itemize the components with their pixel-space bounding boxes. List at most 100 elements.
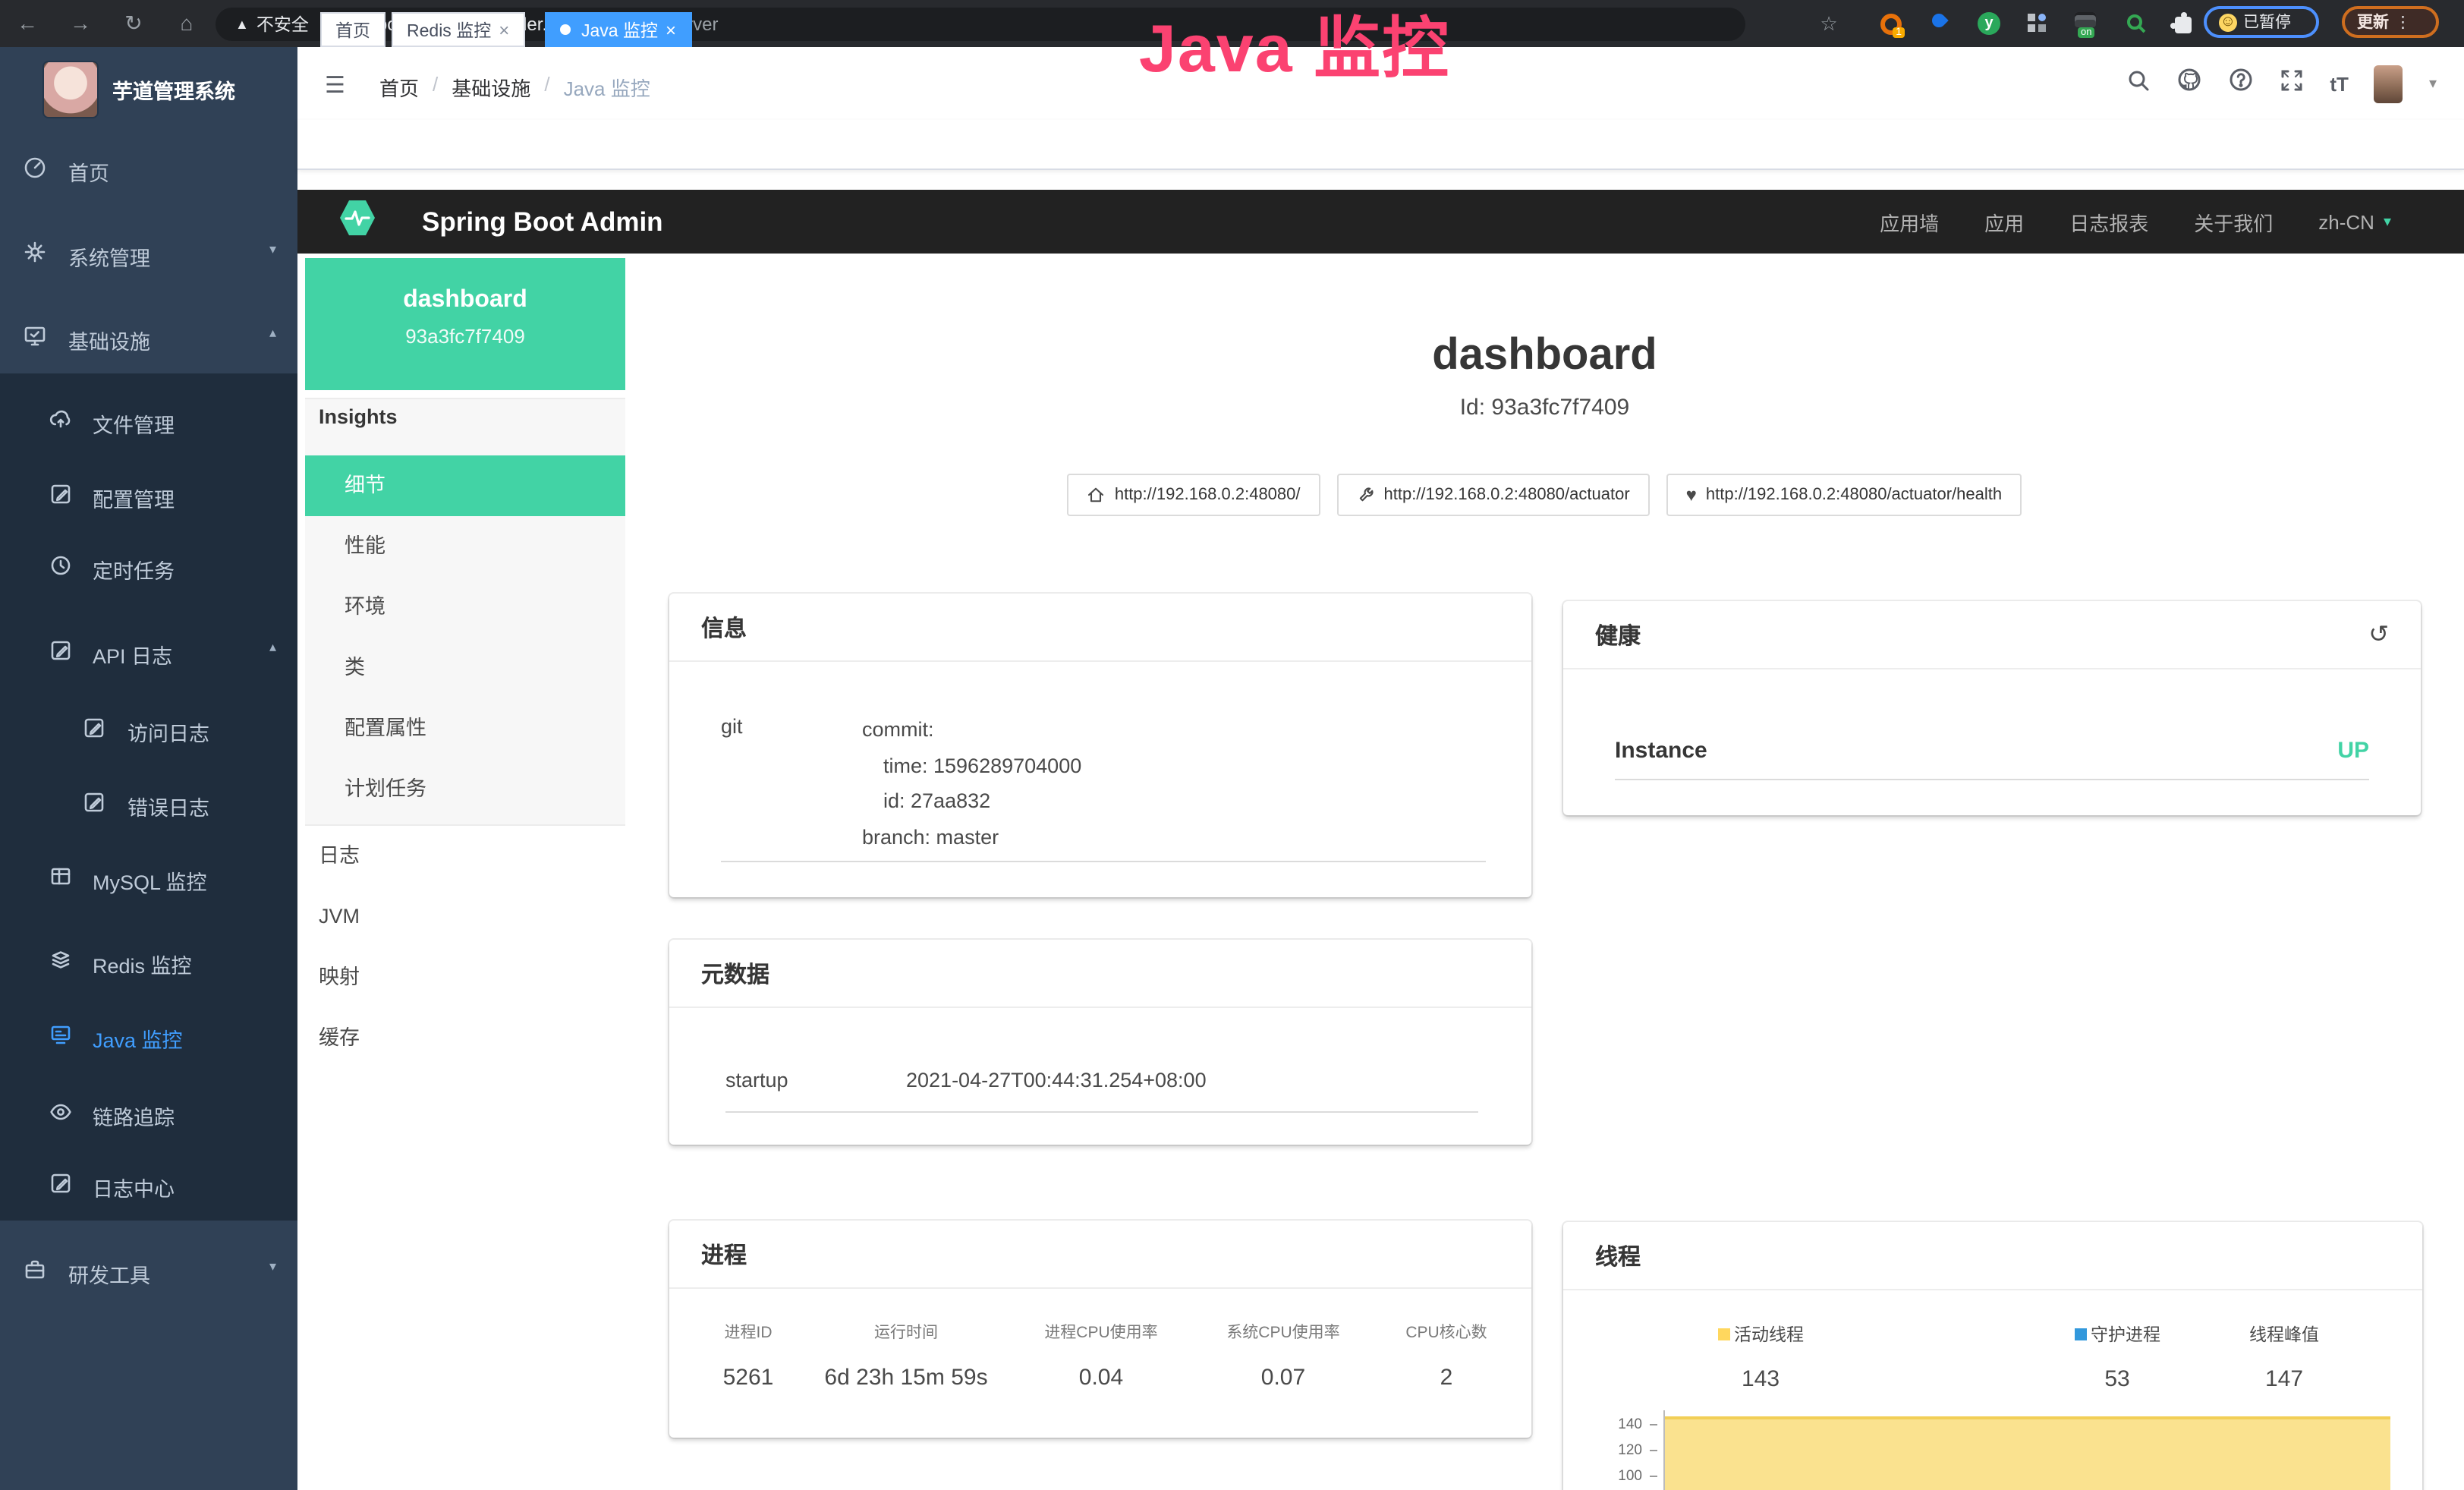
instance-name: dashboard	[305, 258, 625, 314]
tags-view-bar	[297, 120, 2464, 170]
tab-redis-monitor[interactable]: Redis 监控 ×	[392, 12, 524, 47]
sba-menu-mappings[interactable]: 映射	[305, 947, 625, 1008]
sba-header: Spring Boot Admin 应用墙 应用 日志报表 关于我们 zh-CN…	[297, 190, 2464, 254]
sba-sidebar: dashboard 93a3fc7f7409 Insights 细节 性能 环境…	[305, 258, 625, 1490]
extension-pin-icon[interactable]	[1927, 12, 1950, 35]
wrench-icon	[1357, 486, 1375, 504]
log-edit-icon	[49, 638, 73, 662]
sba-locale-select[interactable]: zh-CN ▾	[2318, 210, 2391, 233]
hamburger-icon[interactable]: ☰	[325, 71, 345, 99]
browser-forward-icon[interactable]: →	[64, 0, 97, 47]
extension-grid-icon[interactable]	[2026, 12, 2049, 35]
browser-home-icon[interactable]: ⌂	[170, 0, 203, 47]
search-icon[interactable]	[2126, 68, 2151, 99]
sidebar-item-error-log[interactable]: 错误日志	[0, 764, 297, 840]
instance-links: http://192.168.0.2:48080/ http://192.168…	[625, 474, 2464, 516]
info-card: 信息 git commit: time: 1596289704000 id: 2…	[669, 594, 1531, 897]
close-tab-icon[interactable]: ×	[666, 19, 676, 40]
github-icon[interactable]	[2176, 67, 2202, 100]
stat-daemon-threads: 守护进程 53	[2026, 1322, 2208, 1392]
sidebar-item-log-center[interactable]: 日志中心	[0, 1145, 297, 1221]
row-divider	[725, 1111, 1478, 1113]
media-paused-chip[interactable]: ☺ 已暂停	[2204, 6, 2319, 38]
metadata-card: 元数据 startup 2021-04-27T00:44:31.254+08:0…	[669, 940, 1531, 1145]
sba-menu-config-props[interactable]: 配置属性	[305, 698, 625, 759]
breadcrumb-infra[interactable]: 基础设施	[452, 73, 530, 102]
process-stats: 进程ID 5261 运行时间 6d 23h 15m 59s 进程CPU使用率 0…	[691, 1321, 1522, 1391]
layers-stack-icon	[49, 947, 73, 972]
y-tick-120: 120	[1597, 1442, 1642, 1459]
chevron-up-icon: ▴	[269, 639, 276, 656]
help-icon[interactable]	[2228, 67, 2254, 100]
sidebar-item-access-log[interactable]: 访问日志	[0, 689, 297, 765]
sidebar-item-home[interactable]: 首页	[0, 129, 297, 205]
tab-home[interactable]: 首页	[320, 12, 385, 47]
sba-brand-title: Spring Boot Admin	[422, 206, 663, 238]
close-tab-icon[interactable]: ×	[499, 19, 509, 40]
history-icon[interactable]: ↺	[2368, 619, 2389, 650]
sidebar-item-system[interactable]: 系统管理 ▾	[0, 214, 297, 290]
row-divider	[721, 861, 1486, 862]
insights-section-label: Insights	[319, 405, 398, 428]
browser-back-icon[interactable]: ←	[11, 0, 44, 47]
font-size-icon[interactable]: tT	[2330, 72, 2349, 95]
sba-menu-caches[interactable]: 缓存	[305, 1008, 625, 1069]
instance-header: dashboard 93a3fc7f7409	[305, 258, 625, 390]
cloud-upload-icon	[49, 407, 73, 431]
health-instance-label: Instance	[1615, 738, 1707, 764]
sba-menu-scheduled-tasks[interactable]: 计划任务	[305, 759, 625, 820]
sba-nav-about[interactable]: 关于我们	[2194, 207, 2273, 236]
bookmark-star-icon[interactable]: ☆	[1812, 0, 1846, 47]
sba-nav-journal[interactable]: 日志报表	[2069, 207, 2148, 236]
sba-menu-classes[interactable]: 类	[305, 638, 625, 698]
breadcrumb-current: Java 监控	[564, 73, 650, 102]
home-icon	[1087, 486, 1106, 504]
sidebar-item-infra[interactable]: 基础设施 ▴	[0, 298, 297, 373]
sba-nav-applications[interactable]: 应用	[1984, 207, 2024, 236]
extension-tabs-on-icon[interactable]: on	[2075, 12, 2097, 35]
sba-nav-wallboard[interactable]: 应用墙	[1880, 207, 1939, 236]
timer-icon	[49, 553, 73, 577]
threads-card: 线程 活动线程 143 守护进程 53 线程峰值 147 140 120 100	[1563, 1222, 2422, 1490]
process-card-title: 进程	[701, 1238, 747, 1270]
threads-area-chart	[1665, 1416, 2390, 1490]
log-edit-icon	[82, 789, 106, 814]
sidebar-item-scheduled-task[interactable]: 定时任务	[0, 527, 297, 603]
user-avatar[interactable]	[2374, 65, 2403, 102]
sba-menu-jvm[interactable]: JVM	[305, 887, 625, 947]
extension-y-icon[interactable]: y	[1978, 12, 2000, 35]
sba-menu-environment[interactable]: 环境	[305, 577, 625, 638]
sidebar-item-trace[interactable]: 链路追踪	[0, 1073, 297, 1149]
browser-update-button[interactable]: 更新 ⋮	[2342, 6, 2439, 38]
sidebar-item-mysql-monitor[interactable]: MySQL 监控	[0, 838, 297, 914]
stat-process-cpu: 进程CPU使用率 0.04	[1006, 1321, 1196, 1391]
extension-magnifier-icon[interactable]	[2125, 12, 2148, 35]
app-logo-avatar	[42, 61, 99, 118]
extension-orange-icon[interactable]: 1	[1879, 12, 1902, 35]
sidebar-item-api-log[interactable]: API 日志 ▴	[0, 612, 297, 688]
sidebar-item-devtools[interactable]: 研发工具 ▾	[0, 1231, 297, 1307]
browser-reload-icon[interactable]: ↻	[117, 0, 150, 47]
extensions-puzzle-icon[interactable]	[2173, 12, 2196, 35]
actuator-url-link[interactable]: http://192.168.0.2:48080/actuator	[1337, 474, 1650, 516]
avatar-caret-down-icon[interactable]: ▾	[2429, 75, 2437, 92]
service-url-link[interactable]: http://192.168.0.2:48080/	[1068, 474, 1320, 516]
sba-menu-logs[interactable]: 日志	[305, 826, 625, 887]
chevron-down-icon: ▾	[269, 241, 276, 258]
tab-java-monitor[interactable]: Java 监控 ×	[545, 12, 691, 47]
app-title: 芋道管理系统	[112, 74, 235, 105]
browser-menu-kebab-icon[interactable]: ⋮	[2395, 13, 2411, 31]
fullscreen-icon[interactable]	[2280, 68, 2304, 99]
sidebar-item-config-manage[interactable]: 配置管理	[0, 455, 297, 531]
sidebar-item-java-monitor[interactable]: Java 监控	[0, 996, 297, 1072]
sba-menu-metrics[interactable]: 性能	[305, 516, 625, 577]
sba-menu-details[interactable]: 细节	[305, 455, 625, 516]
info-row-label: git	[721, 715, 743, 738]
health-url-link[interactable]: ♥ http://192.168.0.2:48080/actuator/heal…	[1666, 474, 2022, 516]
not-secure-warning-icon: ▲	[235, 16, 249, 31]
sidebar-item-redis-monitor[interactable]: Redis 监控	[0, 921, 297, 997]
sidebar-item-file-manage[interactable]: 文件管理	[0, 381, 297, 457]
breadcrumb-home[interactable]: 首页	[379, 73, 419, 102]
monitor-icon	[23, 323, 47, 348]
instance-id: 93a3fc7f7409	[305, 314, 625, 348]
